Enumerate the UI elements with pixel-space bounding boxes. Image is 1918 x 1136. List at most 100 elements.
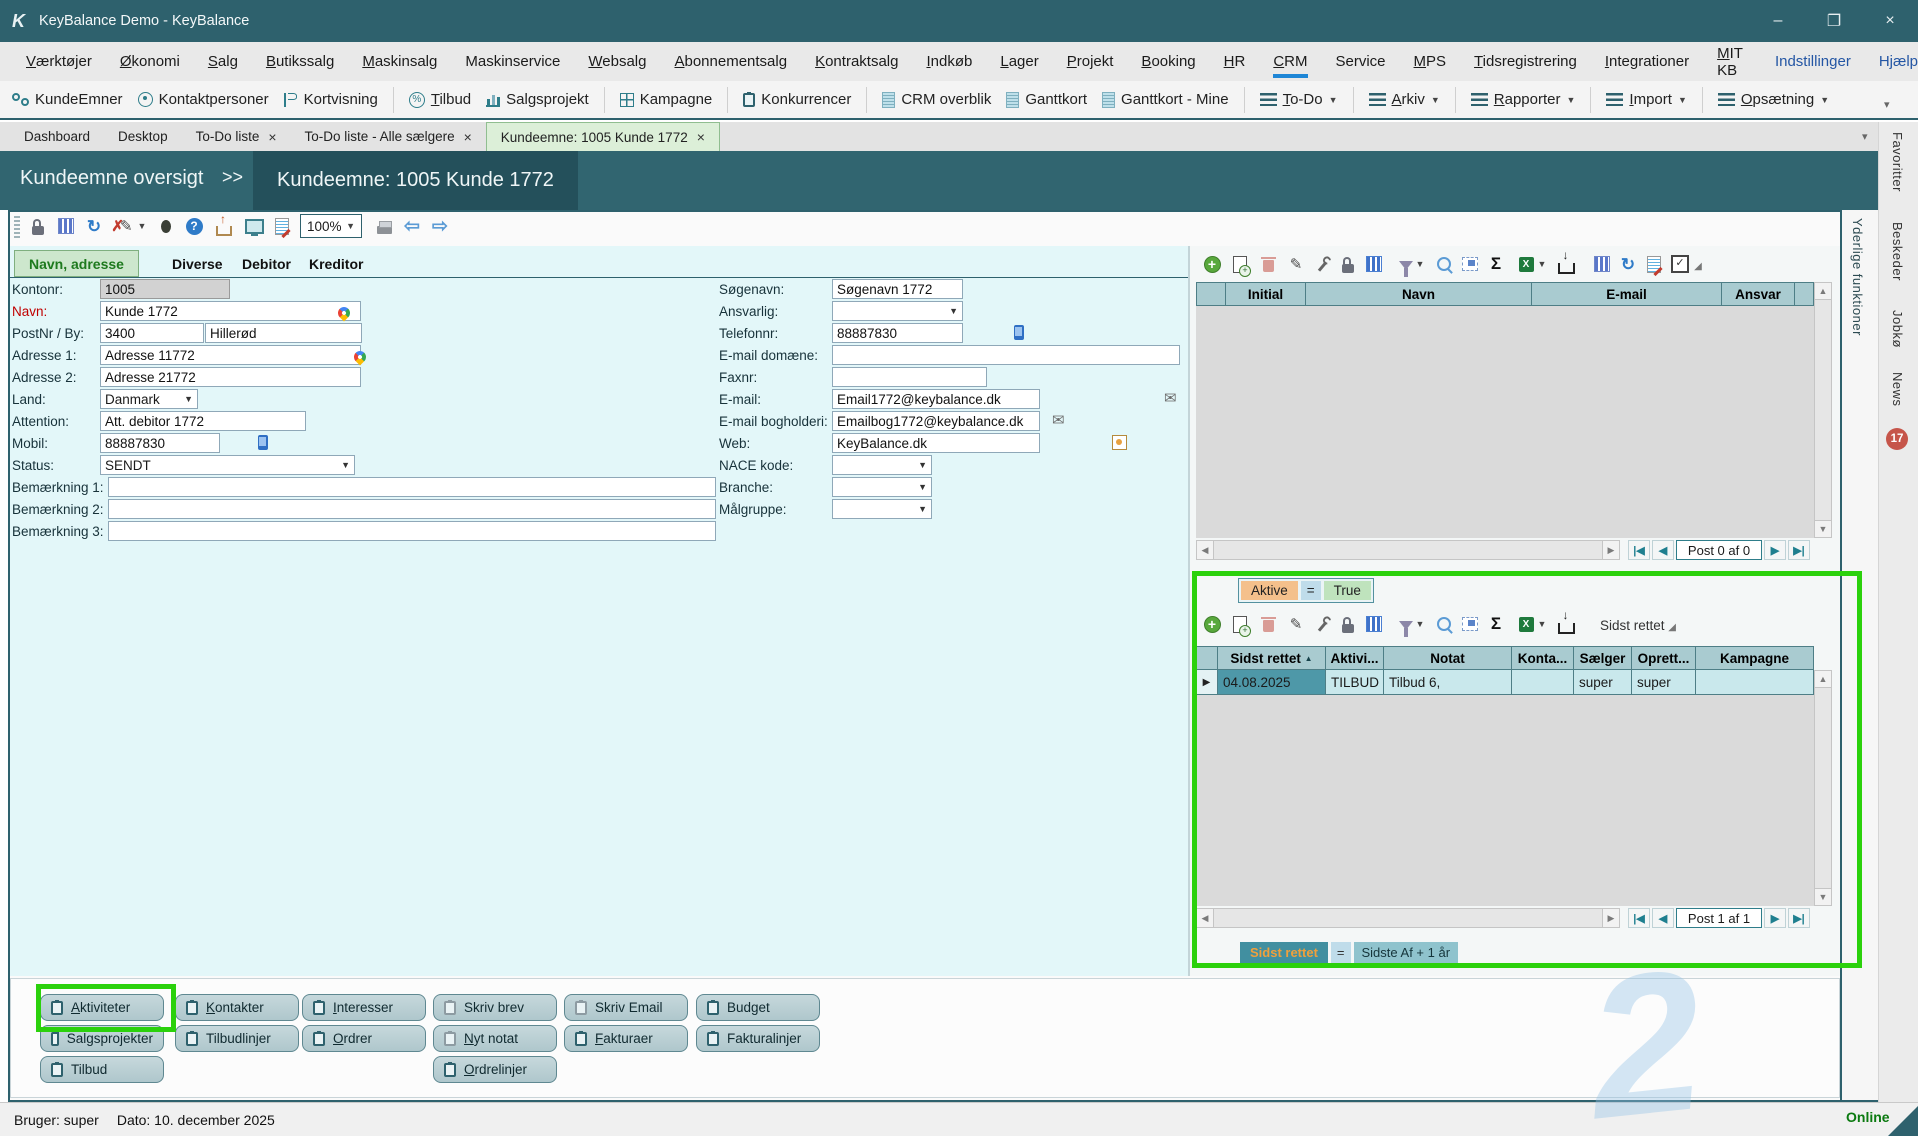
chevron-down-icon[interactable]: ▼: [1414, 612, 1426, 636]
menu-kontraktsalg[interactable]: Kontraktsalg: [815, 53, 898, 70]
menu-hr[interactable]: HR: [1224, 53, 1246, 70]
interesser-button[interactable]: Interesser: [302, 994, 426, 1021]
web-page-icon[interactable]: [1112, 435, 1127, 450]
help-icon[interactable]: ?: [182, 214, 206, 238]
excel-icon[interactable]: X: [1514, 252, 1538, 276]
debug-icon[interactable]: [154, 214, 178, 238]
dock-beskeder[interactable]: Beskeder: [1890, 222, 1905, 281]
sum-icon[interactable]: Σ: [1484, 252, 1508, 276]
scroll-up-icon[interactable]: ▲: [1814, 282, 1832, 300]
columns-icon[interactable]: [1362, 252, 1386, 276]
scroll-down-icon[interactable]: ▼: [1814, 888, 1832, 906]
activities-grid-vscrollbar[interactable]: [1814, 670, 1832, 906]
ribbon-kontaktpersoner[interactable]: Kontaktpersoner: [138, 91, 269, 108]
close-icon[interactable]: ×: [697, 129, 705, 145]
refresh-icon[interactable]: ↻: [82, 214, 106, 238]
column-header-ansvar[interactable]: Ansvar: [1722, 282, 1795, 306]
add-icon[interactable]: +: [1200, 612, 1224, 636]
branche-select[interactable]: ▼: [832, 477, 932, 497]
menu-booking[interactable]: Booking: [1141, 53, 1195, 70]
cell-notat[interactable]: Tilbud 6,: [1384, 670, 1512, 695]
column-header-navn[interactable]: Navn: [1306, 282, 1532, 306]
tilbud-button[interactable]: Tilbud: [40, 1056, 164, 1083]
ribbon-import-menu[interactable]: Import▼: [1606, 91, 1686, 108]
menu-vaerktoejer[interactable]: Værktøjer: [26, 53, 92, 70]
menu-mit-kb[interactable]: MIT KB: [1717, 45, 1747, 79]
navn-field[interactable]: [100, 301, 361, 321]
column-header-akt[interactable]: Aktivi...: [1326, 646, 1384, 670]
ribbon-ganttkort-mine[interactable]: Ganttkort - Mine: [1102, 91, 1229, 108]
adresse2-field[interactable]: [100, 367, 361, 387]
footer-filter-sidst-rettet[interactable]: Sidst rettet: [1240, 942, 1328, 963]
columns-icon[interactable]: [1362, 612, 1386, 636]
menu-websalg[interactable]: Websalg: [588, 53, 646, 70]
ribbon-todo-menu[interactable]: To-Do▼: [1260, 91, 1338, 108]
lock-icon[interactable]: [26, 214, 50, 238]
soegenavn-field[interactable]: [832, 279, 963, 299]
ribbon-kampagne[interactable]: Kampagne: [620, 91, 713, 108]
grid-sort-label[interactable]: Sidst rettet ◢: [1600, 618, 1676, 633]
menu-crm[interactable]: CRM: [1273, 53, 1307, 70]
activities-grid-body[interactable]: [1196, 695, 1814, 906]
tab-desktop[interactable]: Desktop: [104, 122, 182, 151]
contacts-grid-body[interactable]: [1196, 306, 1814, 538]
add-icon[interactable]: +: [1200, 252, 1224, 276]
pager-prev-icon[interactable]: ◀: [1652, 540, 1674, 560]
envelope-icon[interactable]: ✉: [1052, 411, 1065, 429]
filter-field-chip[interactable]: Aktive: [1241, 581, 1298, 600]
cell-oprettet-af[interactable]: super: [1632, 670, 1696, 695]
phone-icon[interactable]: [258, 435, 268, 450]
column-header-konta[interactable]: Konta...: [1512, 646, 1574, 670]
dock-news[interactable]: News: [1890, 372, 1905, 407]
pager-first-icon[interactable]: |◀: [1628, 540, 1650, 560]
status-select[interactable]: SENDT▼: [100, 455, 355, 475]
tilbudlinjer-button[interactable]: Tilbudlinjer: [175, 1025, 299, 1052]
lock-icon[interactable]: [1336, 612, 1360, 636]
forward-arrow-icon[interactable]: ⇨: [428, 214, 452, 238]
upload-icon[interactable]: [212, 214, 236, 238]
adresse1-field[interactable]: [100, 345, 361, 365]
edit-tools-icon[interactable]: ✗✎: [110, 214, 134, 238]
delete-icon[interactable]: [1256, 252, 1280, 276]
sum-icon[interactable]: Σ: [1484, 612, 1508, 636]
cell-aktivitet[interactable]: TILBUD: [1326, 670, 1384, 695]
column-header-sidst-rettet[interactable]: Sidst rettet ▲: [1218, 646, 1326, 670]
columns-icon[interactable]: [1590, 252, 1614, 276]
search-icon[interactable]: [1432, 612, 1456, 636]
scroll-right-icon[interactable]: ▶: [1602, 908, 1620, 928]
telefonnr-field[interactable]: [832, 323, 963, 343]
activities-filter[interactable]: Aktive = True: [1238, 578, 1374, 603]
notes-icon[interactable]: [1642, 252, 1666, 276]
column-header-notat[interactable]: Notat: [1384, 646, 1512, 670]
columns-icon[interactable]: [54, 214, 78, 238]
chevron-down-icon[interactable]: ▼: [1536, 252, 1548, 276]
notes-icon[interactable]: [270, 214, 294, 238]
bemaerkning2-field[interactable]: [108, 499, 716, 519]
pager-last-icon[interactable]: ▶|: [1788, 540, 1810, 560]
skriv-brev-button[interactable]: Skriv brev: [433, 994, 557, 1021]
zoom-select[interactable]: 100%▼: [300, 214, 362, 238]
bemaerkning1-field[interactable]: [108, 477, 716, 497]
budget-button[interactable]: Budget: [696, 994, 820, 1021]
menu-abonnementsalg[interactable]: Abonnementsalg: [674, 53, 787, 70]
pager-next-icon[interactable]: ▶: [1764, 540, 1786, 560]
activities-grid-hscrollbar[interactable]: [1196, 908, 1620, 928]
cell-kampagne[interactable]: [1696, 670, 1814, 695]
ribbon-ganttkort[interactable]: Ganttkort: [1006, 91, 1087, 108]
pager-next-icon[interactable]: ▶: [1764, 908, 1786, 928]
checkbox-icon[interactable]: ✓: [1668, 252, 1692, 276]
pager-prev-icon[interactable]: ◀: [1652, 908, 1674, 928]
chevron-down-icon[interactable]: ▼: [1414, 252, 1426, 276]
import-icon[interactable]: [1554, 612, 1578, 636]
tab-kundeemne-1005[interactable]: Kundeemne: 1005 Kunde 1772×: [486, 122, 720, 151]
lock-icon[interactable]: [1336, 252, 1360, 276]
printer-icon[interactable]: [372, 214, 396, 238]
email-domaene-field[interactable]: [832, 345, 1180, 365]
ribbon-crm-overblik[interactable]: CRM overblik: [882, 91, 991, 108]
web-field[interactable]: [832, 433, 1040, 453]
filter-operator-chip[interactable]: =: [1301, 581, 1321, 600]
excel-icon[interactable]: X: [1514, 612, 1538, 636]
salgsprojekter-button[interactable]: Salgsprojekter: [40, 1025, 164, 1052]
dock-favoritter[interactable]: Favoritter: [1890, 132, 1905, 192]
tab-todo-liste[interactable]: To-Do liste×: [182, 122, 291, 151]
